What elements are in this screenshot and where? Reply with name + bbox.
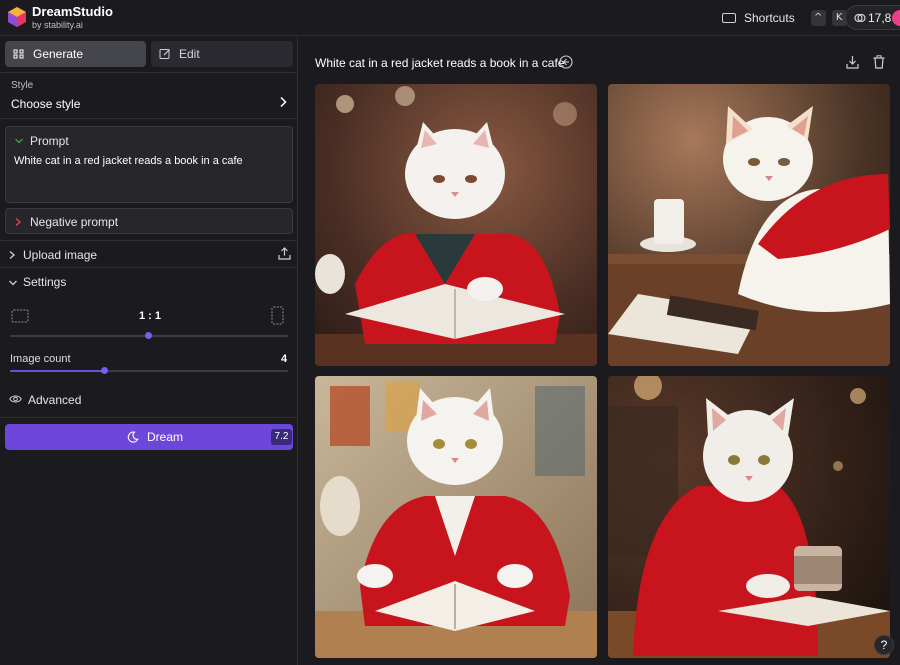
shortcuts-button[interactable]: Shortcuts ^ K [722,8,847,28]
divider [0,240,298,241]
download-icon[interactable] [846,55,859,69]
moon-icon [127,431,139,443]
chevron-right-icon[interactable] [8,250,16,260]
generated-image-1[interactable] [315,84,597,366]
style-select[interactable]: Choose style [11,97,80,111]
shortcuts-label: Shortcuts [744,11,795,25]
cat-illustration-3 [315,376,597,658]
keyboard-icon [722,13,736,23]
negative-prompt-panel[interactable]: Negative prompt [5,208,293,234]
chevron-down-icon[interactable] [14,136,24,146]
prompt-input[interactable]: White cat in a red jacket reads a book i… [14,155,243,167]
sidebar: Generate Edit Style Choose style Prompt … [0,36,298,665]
cat-illustration-2 [608,84,890,366]
upload-image-label[interactable]: Upload image [23,248,97,262]
tab-edit-label: Edit [179,47,200,61]
dreamstudio-logo[interactable] [6,6,28,28]
credits-badge[interactable]: 17,8 [845,5,900,30]
cat-illustration-4 [608,376,890,658]
image-count-slider-handle[interactable] [101,367,108,374]
settings-label[interactable]: Settings [23,275,66,289]
dream-button-label: Dream [147,430,184,444]
image-count-value: 4 [281,353,288,365]
generated-image-3[interactable] [315,376,597,658]
generated-image-2[interactable] [608,84,890,366]
aspect-ratio-value: 1 : 1 [139,310,162,322]
credits-value: 17,8 [868,11,892,25]
chevron-right-icon[interactable] [14,217,22,227]
cat-illustration-1 [315,84,597,366]
divider [0,118,298,119]
landscape-aspect-icon[interactable] [11,309,29,323]
dream-button[interactable]: Dream 7.2 [5,424,293,450]
chevron-right-icon[interactable] [278,96,288,108]
trash-icon[interactable] [873,55,885,69]
generated-image-4[interactable] [608,376,890,658]
app-title: DreamStudio [32,4,113,19]
upload-icon[interactable] [278,247,291,260]
divider [0,267,298,268]
image-count-label: Image count [10,353,71,365]
chevron-down-icon[interactable] [8,278,18,288]
help-button[interactable]: ? [874,635,894,655]
prompt-title: Prompt [30,134,69,148]
top-bar: DreamStudio by stability.ai Shortcuts ^ … [0,0,900,36]
divider [0,72,298,73]
divider [0,417,298,418]
tab-generate-label: Generate [33,47,84,61]
dream-cost-badge: 7.2 [271,429,292,445]
tab-edit[interactable]: Edit [151,41,293,67]
style-label: Style [11,80,34,91]
generation-title: White cat in a red jacket reads a book i… [315,56,565,70]
eye-icon [9,395,22,403]
tab-generate[interactable]: Generate [5,41,146,67]
image-count-slider-fill [10,370,104,372]
advanced-toggle[interactable]: Advanced [28,393,81,407]
portrait-aspect-icon[interactable] [271,306,284,325]
edit-icon [159,49,170,59]
negative-prompt-title: Negative prompt [30,215,119,229]
aspect-ratio-slider-handle[interactable] [145,332,152,339]
shortcut-key-ctrl: ^ [810,10,826,26]
credits-icon [854,13,866,23]
reuse-prompt-icon[interactable] [559,55,573,69]
avatar[interactable] [892,10,900,26]
grid-icon [13,49,24,59]
prompt-panel[interactable]: Prompt White cat in a red jacket reads a… [5,126,293,203]
app-subtitle: by stability.ai [32,20,83,30]
